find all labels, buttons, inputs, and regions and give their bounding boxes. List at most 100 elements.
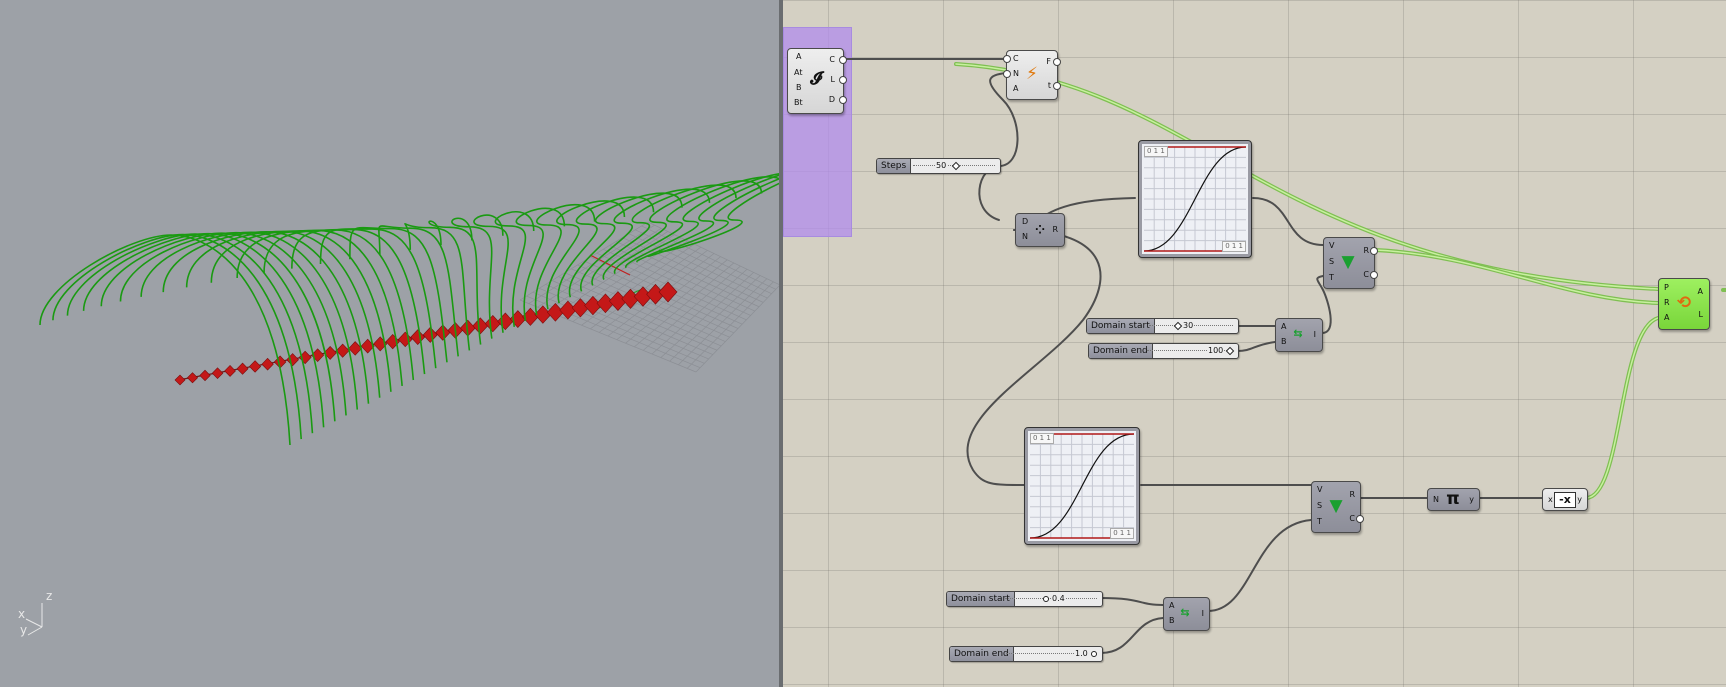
output-pin-label: R: [1349, 490, 1355, 499]
output-grip[interactable]: [1370, 271, 1378, 279]
arch-curve: [100, 232, 336, 422]
remap-icon: ▼: [1329, 496, 1343, 516]
output-pin-label: y: [1469, 495, 1474, 504]
slider-knob[interactable]: [951, 161, 961, 171]
negative-component[interactable]: x -x y: [1542, 488, 1588, 511]
slider-knob[interactable]: [1091, 651, 1097, 657]
input-grip[interactable]: [1003, 55, 1011, 63]
slider-value: 50: [935, 159, 948, 173]
slider-value: 1.0: [1074, 647, 1089, 661]
plane-marker: [249, 360, 262, 373]
axis-y-label: y: [20, 623, 28, 637]
wire: [1100, 617, 1164, 654]
plane-marker: [497, 312, 514, 331]
input-grip[interactable]: [1003, 70, 1011, 78]
remap-component-top[interactable]: V S T R C ▼: [1323, 237, 1378, 289]
input-pin-label: S: [1317, 501, 1323, 510]
output-grip[interactable]: [1053, 58, 1061, 66]
plane-marker: [472, 317, 489, 335]
plane-marker: [546, 303, 564, 322]
plane-marker: [397, 331, 413, 348]
range-component[interactable]: D N R ⁘: [1015, 213, 1065, 247]
slider-label: Steps: [877, 159, 912, 173]
domain-end-slider-2[interactable]: Domain end 1.0: [949, 646, 1103, 662]
arch-curve: [82, 232, 325, 428]
slider-value: 100: [1207, 344, 1225, 358]
input-pin-label: A: [1169, 601, 1175, 610]
plane-marker: [559, 300, 577, 320]
remap-component-bottom[interactable]: V S T R C ▼: [1311, 481, 1364, 533]
grasshopper-canvas[interactable]: A At B Bt C L D 𝓘 C N A F t ⚡ Steps 50 D…: [783, 0, 1726, 687]
output-pin-label: C: [1349, 514, 1355, 523]
input-pin-label: B: [1169, 616, 1175, 625]
output-grip[interactable]: [839, 96, 847, 104]
output-grip[interactable]: [1356, 515, 1364, 523]
input-pin-label: A: [1013, 84, 1019, 93]
tween-curve-component[interactable]: A At B Bt C L D 𝓘: [787, 48, 847, 114]
wire: [955, 63, 1659, 290]
plane-marker: [410, 329, 426, 346]
output-pin-label: I: [1201, 609, 1204, 618]
axis-widget: z x y: [18, 589, 58, 639]
rotate-component[interactable]: P R A A L ⟲: [1658, 278, 1710, 330]
graph-range-label: 0 1 1: [1110, 528, 1134, 539]
construct-domain-icon: ⇆: [1180, 606, 1190, 619]
construct-domain-icon: ⇆: [1293, 327, 1303, 340]
slider-knob[interactable]: [1225, 346, 1235, 356]
graph-mapper-bottom[interactable]: 0 1 1 0 1 1: [1024, 427, 1140, 545]
wire: [1585, 317, 1659, 499]
plane-marker: [224, 365, 236, 377]
input-pin-label: A: [1664, 313, 1670, 322]
slider-label: Domain start: [1087, 319, 1155, 333]
domain-start-slider[interactable]: Domain start 30: [1086, 318, 1239, 334]
input-pin-label: N: [1433, 495, 1439, 504]
input-pin-label: A: [796, 52, 802, 61]
output-pin-label: L: [830, 75, 835, 84]
wire: [1236, 341, 1276, 352]
input-pin-label: T: [1317, 517, 1322, 526]
plane-marker: [211, 367, 224, 380]
output-pin-label: A: [1697, 287, 1703, 296]
output-grip[interactable]: [839, 56, 847, 64]
output-pin-label: D: [828, 95, 835, 104]
graph-curve: [1143, 146, 1247, 252]
rhino-viewport[interactable]: z x y: [0, 0, 779, 687]
slider-knob[interactable]: [1173, 321, 1183, 331]
pi-component[interactable]: N π y: [1427, 488, 1480, 511]
arch-curve: [236, 229, 403, 386]
arch-curve: [140, 231, 359, 410]
output-grip[interactable]: [1053, 82, 1061, 90]
input-pin-label: x: [1548, 495, 1553, 504]
construct-domain-component-bottom[interactable]: A B I ⇆: [1163, 597, 1210, 631]
input-pin-label: B: [796, 83, 802, 92]
arch-curve: [66, 233, 314, 434]
slider-label: Domain start: [947, 592, 1015, 606]
graph-mapper-top[interactable]: 0 1 1 0 1 1: [1138, 140, 1252, 258]
input-pin-label: V: [1329, 241, 1335, 250]
rotate-icon: ⟲: [1676, 293, 1692, 313]
slider-track: [1006, 653, 1084, 654]
slider-knob[interactable]: [1043, 596, 1049, 602]
input-pin-label: N: [1022, 232, 1028, 241]
arch-curve: [39, 234, 291, 446]
output-pin-label: F: [1046, 57, 1051, 66]
construct-domain-component-top[interactable]: A B I ⇆: [1275, 318, 1323, 352]
wire: [1100, 597, 1164, 606]
wire-layer: [843, 58, 1726, 654]
arch-curve: [451, 217, 493, 339]
divide-curve-component[interactable]: C N A F t ⚡: [1003, 50, 1061, 100]
plane-marker: [174, 374, 186, 386]
remap-icon: ▼: [1341, 252, 1355, 272]
steps-slider[interactable]: Steps 50: [876, 158, 1001, 174]
pi-icon: π: [1446, 489, 1460, 509]
input-pin-label: D: [1022, 217, 1029, 226]
domain-start-slider-2[interactable]: Domain start 0.4: [946, 591, 1103, 607]
arch-curve: [119, 231, 347, 416]
plane-marker: [236, 362, 249, 375]
wire: [1207, 519, 1312, 612]
output-grip[interactable]: [839, 76, 847, 84]
output-pin-label: R: [1052, 225, 1058, 234]
domain-end-slider[interactable]: Domain end 100: [1088, 343, 1239, 359]
output-grip[interactable]: [1370, 247, 1378, 255]
graph-area: 0 1 1 0 1 1: [1142, 144, 1248, 254]
